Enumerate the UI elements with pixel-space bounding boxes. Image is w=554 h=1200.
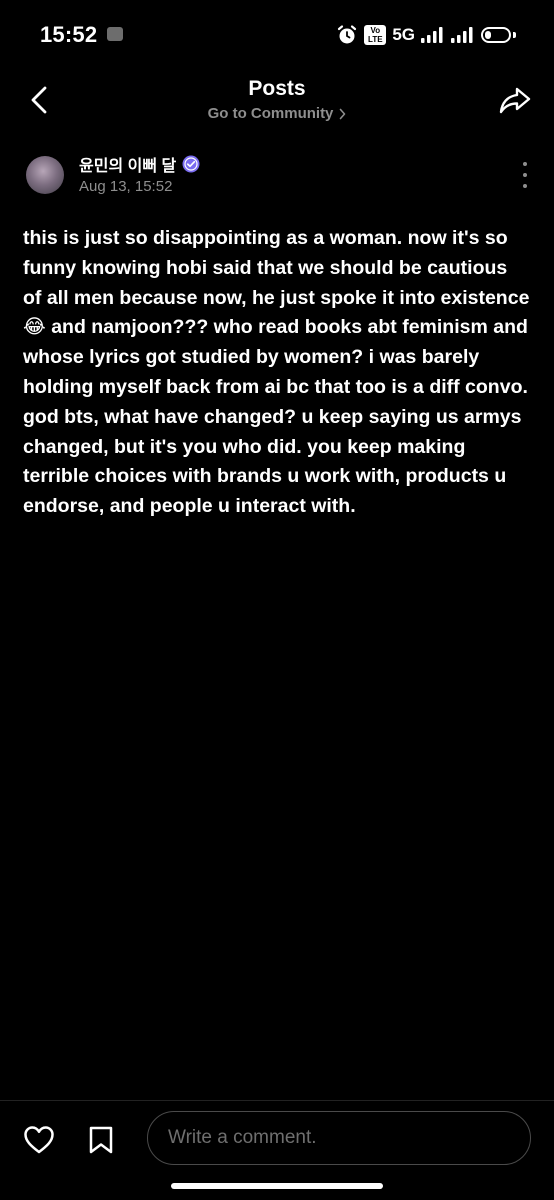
author-name[interactable]: 윤민의 이뻐 달	[79, 152, 176, 176]
header-center: Posts Go to Community	[0, 76, 554, 123]
more-dot-icon	[523, 184, 527, 188]
signal-icon	[451, 27, 473, 43]
community-link-label: Go to Community	[207, 105, 334, 122]
comment-input[interactable]	[147, 1111, 531, 1165]
heart-icon	[24, 1126, 54, 1154]
network-type: 5G	[392, 25, 415, 44]
bookmark-button[interactable]	[87, 1125, 115, 1155]
battery-tip	[513, 32, 516, 38]
status-bar: 15:52 Vo LTE 5G	[0, 0, 554, 70]
post-header: 윤민의 이뻐 달 Aug 13, 15:52	[0, 150, 554, 202]
avatar[interactable]	[26, 156, 64, 194]
notification-icon	[107, 27, 123, 41]
more-dot-icon	[523, 162, 527, 166]
alarm-icon	[338, 25, 357, 44]
go-to-community-link[interactable]: Go to Community	[208, 105, 347, 122]
status-icons: Vo LTE 5G	[336, 22, 516, 48]
post-body: this is just so disappointing as a woman…	[23, 224, 531, 522]
more-options-button[interactable]	[520, 162, 530, 188]
app-header: Posts Go to Community	[0, 70, 554, 134]
home-indicator	[171, 1183, 383, 1189]
post-date: Aug 13, 15:52	[79, 178, 173, 195]
bottom-bar	[0, 1100, 554, 1200]
verified-badge-icon	[182, 155, 200, 173]
volte-badge: Vo LTE	[364, 25, 387, 45]
chevron-right-icon	[340, 108, 346, 119]
page-title: Posts	[248, 77, 306, 100]
battery-icon	[481, 27, 511, 43]
more-dot-icon	[523, 173, 527, 177]
like-button[interactable]	[23, 1125, 55, 1155]
share-icon	[499, 87, 531, 114]
post-text: this is just so disappointing as a woman…	[23, 227, 530, 518]
status-time: 15:52	[40, 22, 98, 47]
author-row: 윤민의 이뻐 달	[79, 152, 200, 176]
share-button[interactable]	[498, 84, 532, 116]
bookmark-icon	[89, 1126, 113, 1154]
battery-level	[485, 31, 491, 39]
signal-icon	[421, 27, 443, 43]
